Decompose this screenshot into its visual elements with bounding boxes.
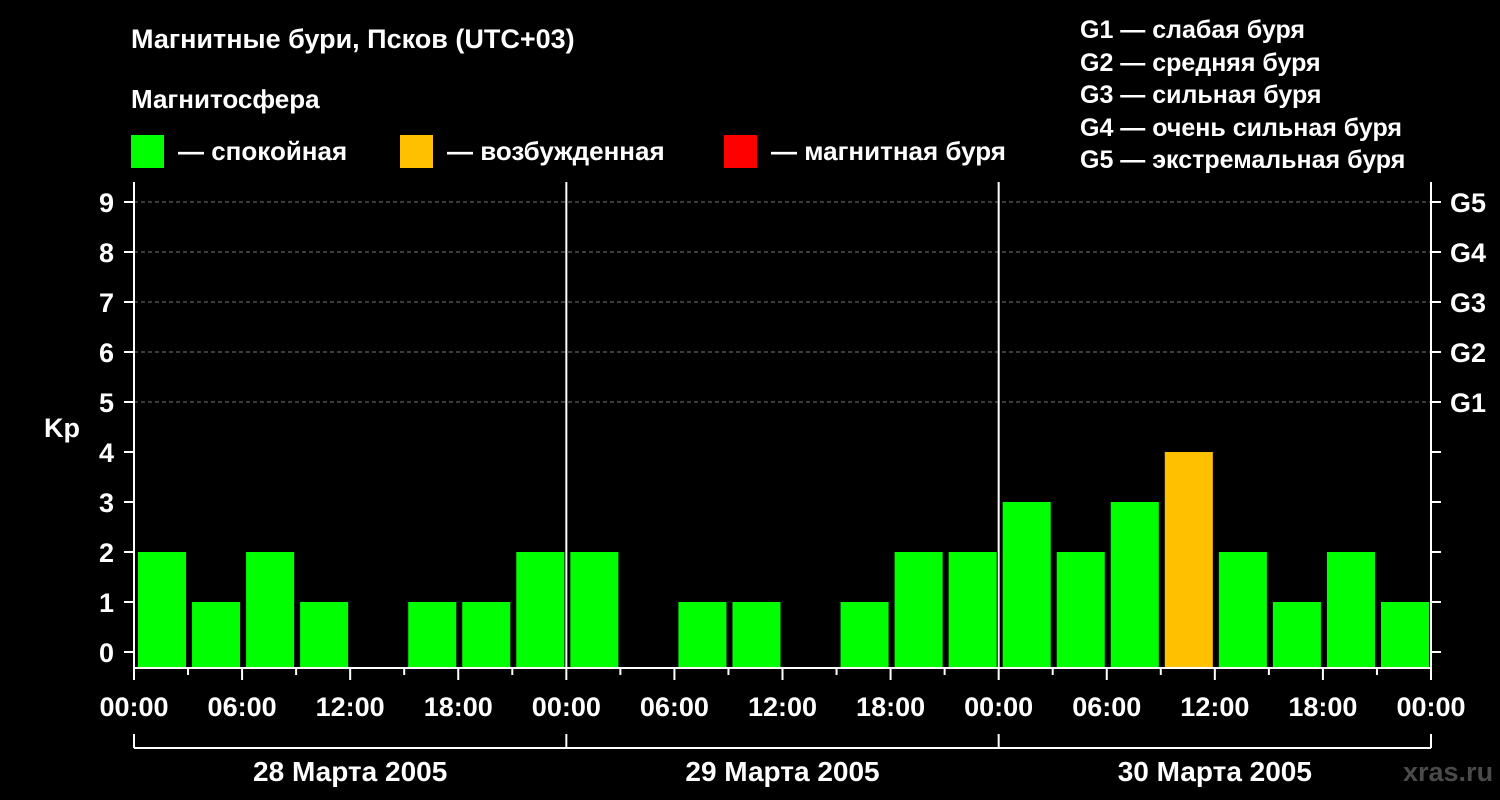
bar bbox=[894, 552, 943, 668]
bar bbox=[516, 552, 565, 668]
x-tick-label: 12:00 bbox=[316, 692, 385, 722]
x-tick-label: 18:00 bbox=[856, 692, 925, 722]
x-tick-label: 12:00 bbox=[748, 692, 817, 722]
bar bbox=[1218, 552, 1267, 668]
x-tick-label: 00:00 bbox=[532, 692, 601, 722]
y-tick-label: 1 bbox=[99, 588, 114, 618]
bar bbox=[1326, 552, 1375, 668]
x-tick-label: 06:00 bbox=[208, 692, 277, 722]
bar bbox=[1272, 602, 1321, 668]
bar bbox=[1380, 602, 1429, 668]
bar bbox=[732, 602, 781, 668]
bar bbox=[462, 602, 511, 668]
y-tick-label: 3 bbox=[99, 488, 114, 518]
x-tick-label: 12:00 bbox=[1180, 692, 1249, 722]
y-tick-label: 6 bbox=[99, 338, 114, 368]
day-label: 30 Марта 2005 bbox=[1118, 756, 1312, 787]
x-tick-label: 00:00 bbox=[99, 692, 168, 722]
right-tick-label: G3 bbox=[1450, 288, 1486, 318]
bar bbox=[300, 602, 349, 668]
bar bbox=[138, 552, 187, 668]
bar bbox=[1056, 552, 1105, 668]
bar bbox=[408, 602, 457, 668]
watermark: xras.ru bbox=[1403, 757, 1494, 787]
y-axis-label: Kp bbox=[44, 413, 80, 443]
bar bbox=[840, 602, 889, 668]
bar bbox=[948, 552, 997, 668]
right-tick-label: G4 bbox=[1450, 238, 1486, 268]
x-tick-label: 06:00 bbox=[640, 692, 709, 722]
y-tick-label: 5 bbox=[99, 388, 114, 418]
bar bbox=[570, 552, 619, 668]
right-tick-label: G5 bbox=[1450, 188, 1486, 218]
day-label: 28 Марта 2005 bbox=[253, 756, 447, 787]
bar bbox=[1002, 502, 1051, 668]
bar bbox=[1110, 502, 1159, 668]
y-tick-label: 0 bbox=[99, 638, 114, 668]
bar bbox=[1164, 452, 1213, 668]
y-tick-label: 7 bbox=[99, 288, 114, 318]
y-tick-label: 2 bbox=[99, 538, 114, 568]
y-tick-label: 4 bbox=[99, 438, 114, 468]
y-tick-label: 8 bbox=[99, 238, 114, 268]
y-tick-label: 9 bbox=[99, 188, 114, 218]
bar bbox=[246, 552, 295, 668]
kp-chart: Kp 0 1 2 3 4 5 6 7 8 9 G1 G2 G3 G4 G5 00:00 06:00 12:00 18… bbox=[44, 182, 1486, 787]
day-label: 29 Марта 2005 bbox=[685, 756, 879, 787]
right-tick-label: G2 bbox=[1450, 338, 1486, 368]
x-tick-label: 00:00 bbox=[964, 692, 1033, 722]
x-tick-label: 06:00 bbox=[1072, 692, 1141, 722]
bar bbox=[192, 602, 241, 668]
x-tick-label: 18:00 bbox=[424, 692, 493, 722]
right-tick-label: G1 bbox=[1450, 388, 1486, 418]
bar bbox=[678, 602, 727, 668]
x-tick-label: 18:00 bbox=[1288, 692, 1357, 722]
x-tick-label: 00:00 bbox=[1396, 692, 1465, 722]
